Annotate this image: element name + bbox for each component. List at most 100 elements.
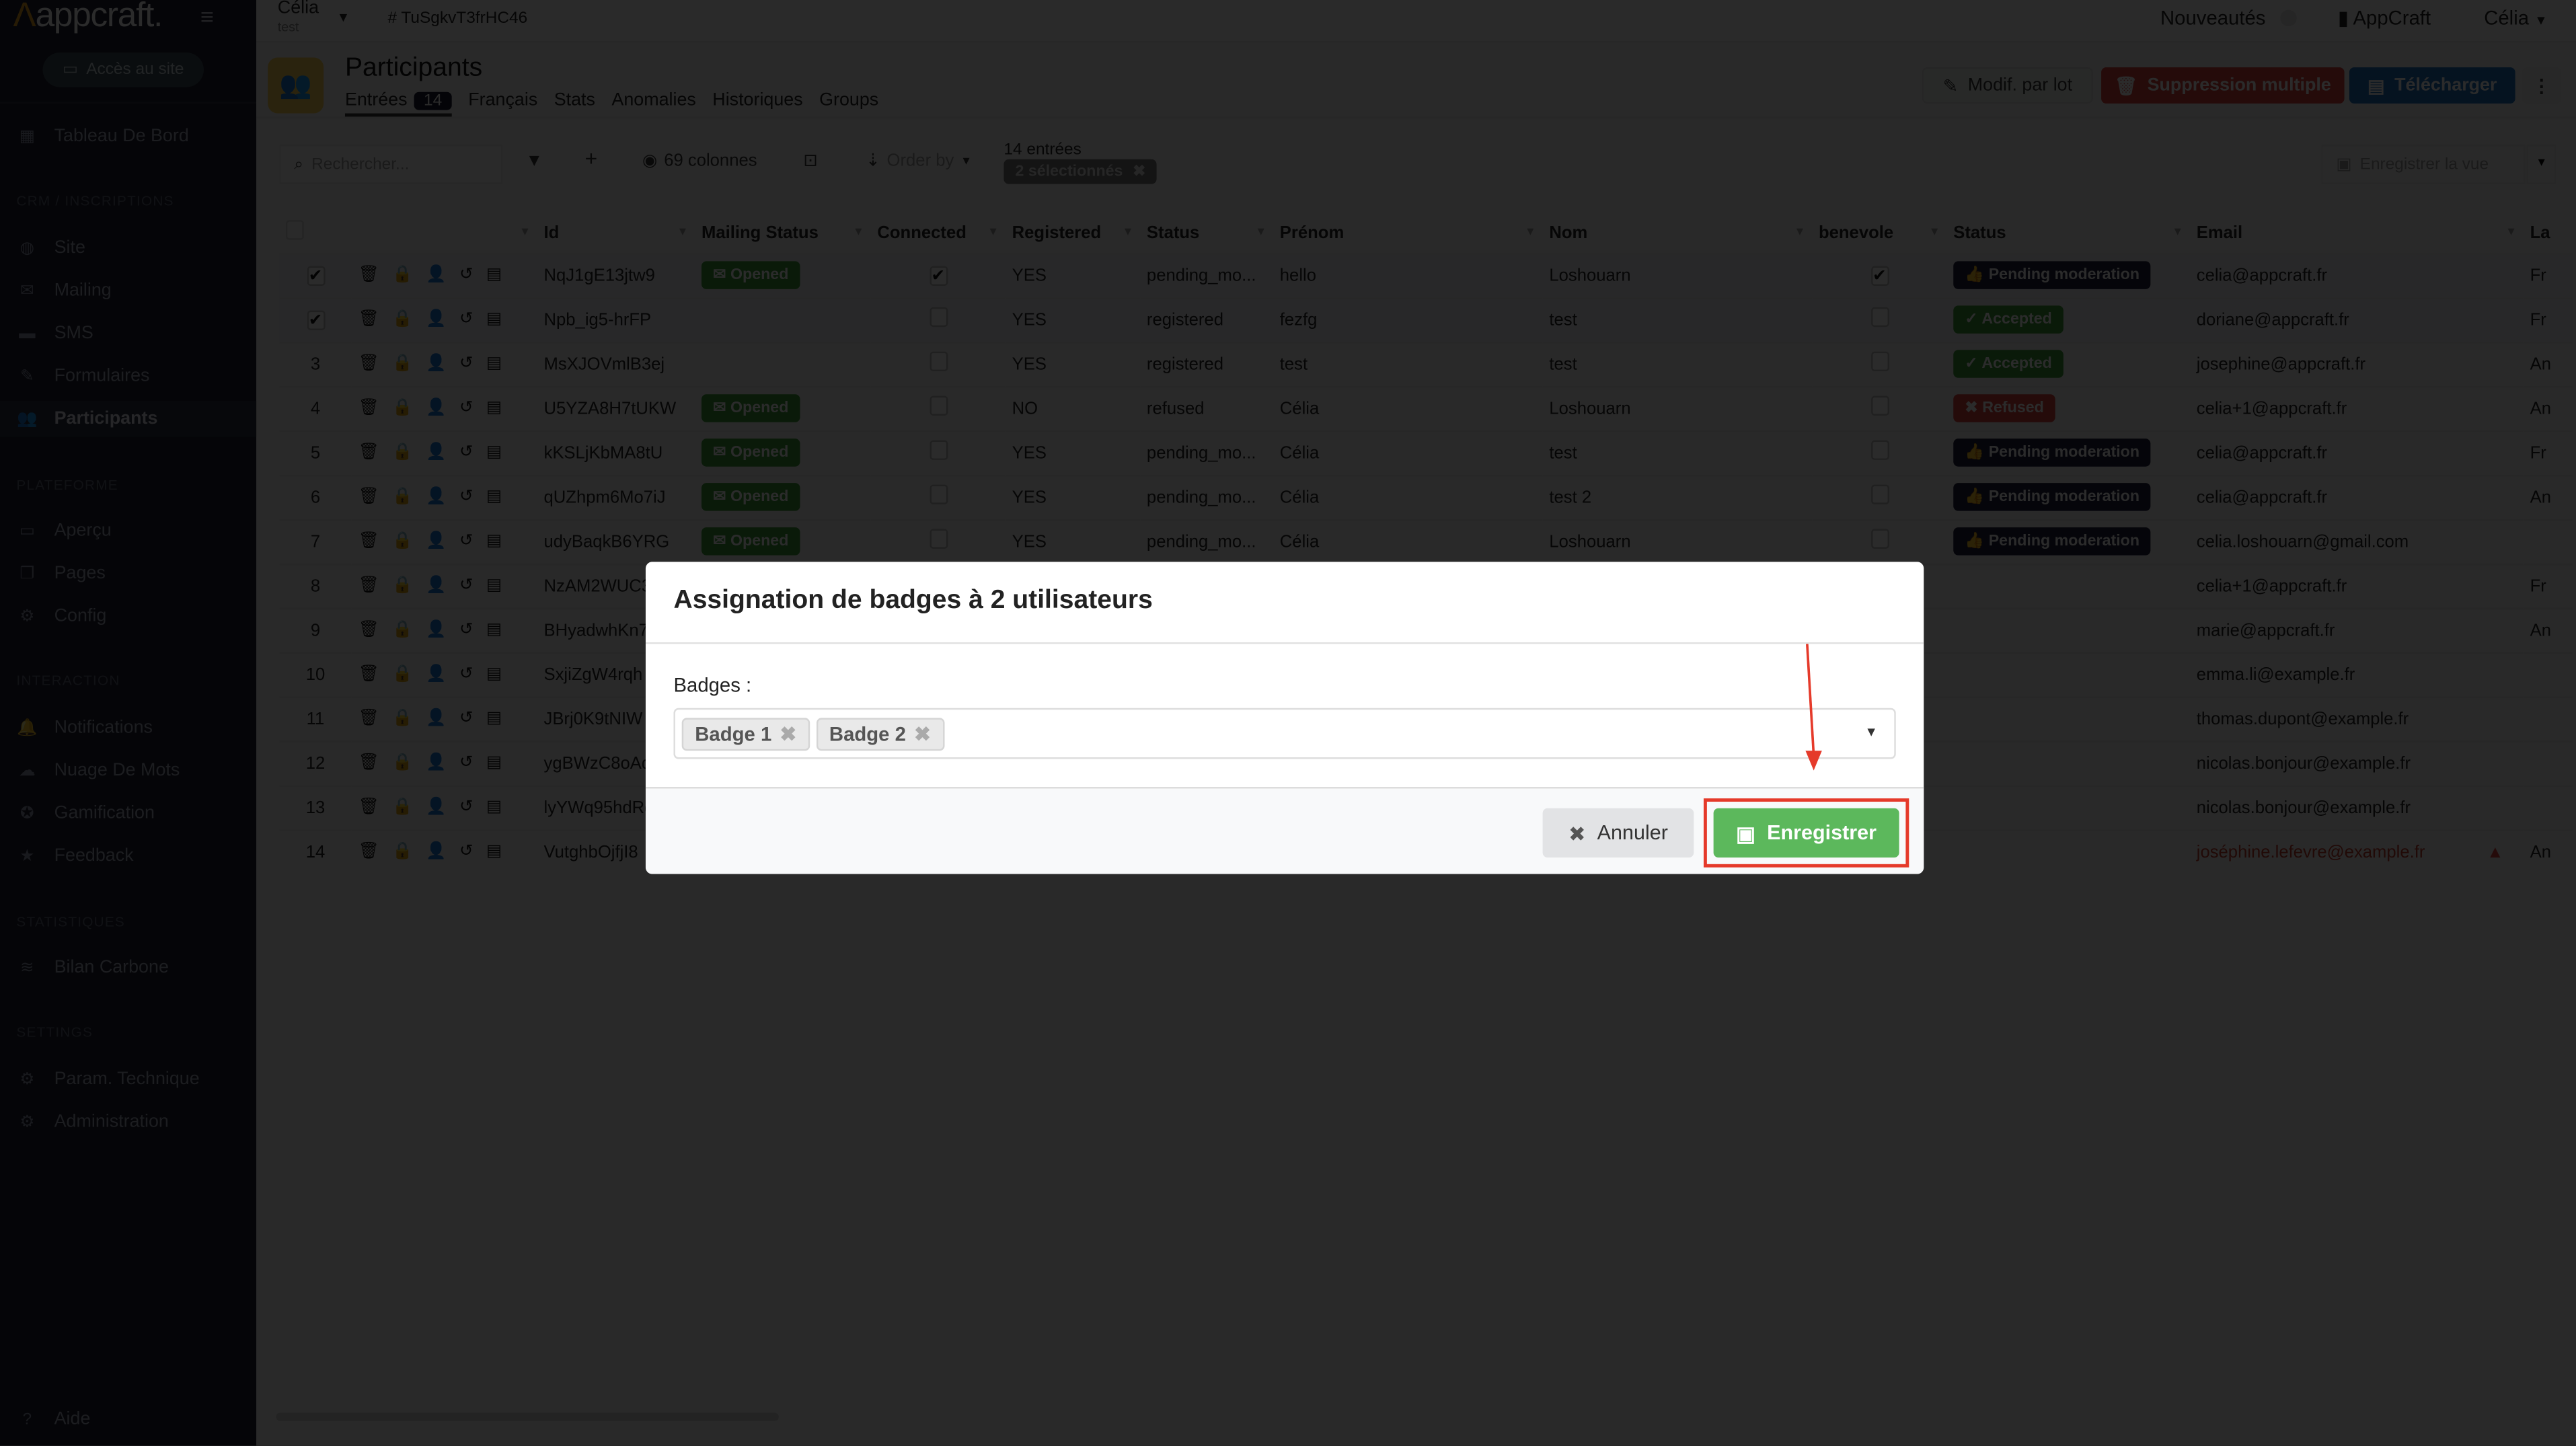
user-icon[interactable]: 👤 (426, 665, 446, 683)
sidebar-item-dashboard[interactable]: ▦ Tableau De Bord (0, 118, 256, 155)
history-icon[interactable]: ↺ (459, 355, 473, 373)
table-row[interactable]: 4 🗑 🔒 👤 ↺ ▤ U5YZA8H7tUKW ✉ Opened NO refused Célia… (279, 385, 2573, 430)
connected-checkbox[interactable] (929, 395, 948, 416)
chevron-down-icon[interactable]: ▼ (337, 10, 350, 25)
row-select-cell[interactable]: 5 (279, 429, 352, 475)
trash-icon[interactable]: 🗑 (358, 621, 379, 639)
more-options-icon[interactable]: ⋮ (2522, 67, 2562, 104)
sort-caret-icon[interactable]: ▼ (987, 227, 999, 238)
sort-caret-icon[interactable]: ▼ (1929, 227, 1940, 238)
column-header[interactable]: Connected ▼ (871, 214, 1006, 254)
sort-caret-icon[interactable]: ▼ (677, 227, 689, 238)
history-icon[interactable]: ↺ (459, 266, 473, 284)
row-select-cell[interactable]: 7 (279, 518, 352, 564)
row-select-cell[interactable]: 6 (279, 473, 352, 519)
id-card-icon[interactable]: ▤ (486, 798, 502, 816)
column-header[interactable]: Prénom ▼ (1273, 214, 1543, 254)
history-icon[interactable]: ↺ (459, 444, 473, 462)
user-icon[interactable]: 👤 (426, 532, 446, 550)
benevole-checkbox[interactable] (1870, 351, 1889, 372)
row-select-cell[interactable]: 4 (279, 385, 352, 430)
column-header[interactable]: benevole ▼ (1812, 214, 1946, 254)
sidebar-item-administration[interactable]: ⚙ Administration (0, 1104, 256, 1140)
sidebar-item-bilan-carbone[interactable]: ≋ Bilan Carbone (0, 950, 256, 986)
table-row[interactable]: 5 🗑 🔒 👤 ↺ ▤ kKSLjKbMA8tU ✉ Opened YES pending_mo.… (279, 429, 2573, 475)
user-icon[interactable]: 👤 (426, 798, 446, 816)
table-row[interactable]: ✔ 🗑 🔒 👤 ↺ ▤ Npb_ig5-hrFP YES registered fezfg test… (279, 296, 2573, 342)
id-card-icon[interactable]: ▤ (486, 311, 502, 329)
benevole-checkbox[interactable] (1870, 484, 1889, 504)
selected-badge[interactable]: 2 sélectionnés ✖ (1003, 159, 1158, 184)
id-card-icon[interactable]: ▤ (486, 532, 502, 550)
save-view-button[interactable]: ▣ Enregistrer la vue (2321, 144, 2526, 184)
lock-icon[interactable]: 🔒 (392, 665, 412, 683)
connected-checkbox[interactable] (929, 307, 948, 328)
sidebar-item-nuage-de-mots[interactable]: ☁ Nuage De Mots (0, 753, 256, 789)
user-icon[interactable]: 👤 (426, 311, 446, 329)
trash-icon[interactable]: 🗑 (358, 488, 379, 506)
sidebar-item-gamification[interactable]: ✪ Gamification (0, 795, 256, 831)
column-header[interactable]: Nom ▼ (1543, 214, 1813, 254)
user-icon[interactable]: 👤 (426, 576, 446, 595)
benevole-checkbox[interactable] (1870, 395, 1889, 416)
column-header[interactable]: Status ▼ (1946, 214, 2190, 254)
row-select-cell[interactable]: 10 (279, 651, 352, 697)
history-icon[interactable]: ↺ (459, 488, 473, 506)
sidebar-item-sms[interactable]: ▬ SMS (0, 315, 256, 352)
trash-icon[interactable]: 🗑 (358, 754, 379, 772)
column-header[interactable]: Status ▼ (1140, 214, 1273, 254)
sort-caret-icon[interactable]: ▼ (1122, 227, 1133, 238)
sort-caret-icon[interactable]: ▼ (2505, 227, 2517, 238)
user-icon[interactable]: 👤 (426, 444, 446, 462)
user-icon[interactable]: 👤 (426, 710, 446, 728)
user-icon[interactable]: 👤 (426, 488, 446, 506)
row-select-cell[interactable]: 12 (279, 740, 352, 786)
trash-icon[interactable]: 🗑 (358, 266, 379, 284)
column-header[interactable]: Mailing Status ▼ (695, 214, 870, 254)
download-button[interactable]: ▤ Télécharger (2349, 67, 2515, 104)
history-icon[interactable]: ↺ (459, 754, 473, 772)
history-icon[interactable]: ↺ (459, 576, 473, 595)
row-select-cell[interactable]: 9 (279, 607, 352, 652)
tab-anomalies[interactable]: Anomalies (611, 90, 695, 116)
id-card-icon[interactable]: ▤ (486, 843, 502, 862)
collapse-menu-icon[interactable]: ≡ (200, 3, 214, 30)
id-card-icon[interactable]: ▤ (486, 355, 502, 373)
order-by-select[interactable]: ⇣ Order by ▼ (866, 151, 972, 171)
cancel-button[interactable]: ✖ Annuler (1542, 808, 1694, 858)
column-header[interactable]: Email ▼ (2190, 214, 2524, 254)
save-view-dropdown-icon[interactable]: ▼ (2526, 144, 2556, 184)
sort-caret-icon[interactable]: ▼ (2172, 227, 2183, 238)
sidebar-item-feedback[interactable]: ★ Feedback (0, 838, 256, 874)
trash-icon[interactable]: 🗑 (358, 444, 379, 462)
fullscreen-icon[interactable]: ⊡ (803, 151, 818, 171)
connected-checkbox[interactable] (929, 484, 948, 504)
trash-icon[interactable]: 🗑 (358, 798, 379, 816)
history-icon[interactable]: ↺ (459, 665, 473, 683)
history-icon[interactable]: ↺ (459, 843, 473, 862)
connected-checkbox[interactable] (929, 440, 948, 460)
history-icon[interactable]: ↺ (459, 532, 473, 550)
save-button[interactable]: ▣ Enregistrer (1713, 808, 1899, 858)
trash-icon[interactable]: 🗑 (358, 576, 379, 595)
lock-icon[interactable]: 🔒 (392, 399, 412, 418)
id-card-icon[interactable]: ▤ (486, 488, 502, 506)
id-card-icon[interactable]: ▤ (486, 266, 502, 284)
columns-button[interactable]: ◉ 69 colonnes (642, 151, 757, 171)
sidebar-item-pages[interactable]: ❐ Pages (0, 556, 256, 592)
tab-franais[interactable]: Français (468, 90, 537, 116)
tab-entres[interactable]: Entrées 14 (344, 90, 452, 117)
bulk-delete-button[interactable]: 🗑 Suppression multiple (2101, 67, 2345, 104)
user-menu[interactable]: Célia ▼ (2484, 7, 2547, 30)
sidebar-item-mailing[interactable]: ✉ Mailing (0, 272, 256, 309)
column-header[interactable] (279, 214, 351, 254)
lock-icon[interactable]: 🔒 (392, 621, 412, 639)
tab-stats[interactable]: Stats (554, 90, 595, 116)
lock-icon[interactable]: 🔒 (392, 843, 412, 862)
lock-icon[interactable]: 🔒 (392, 488, 412, 506)
filter-icon[interactable]: ▼ (526, 151, 543, 171)
row-checkbox-checked[interactable]: ✔ (306, 309, 325, 330)
news-link[interactable]: Nouveautés (2160, 7, 2265, 30)
column-header[interactable]: La (2524, 214, 2573, 254)
id-card-icon[interactable]: ▤ (486, 665, 502, 683)
